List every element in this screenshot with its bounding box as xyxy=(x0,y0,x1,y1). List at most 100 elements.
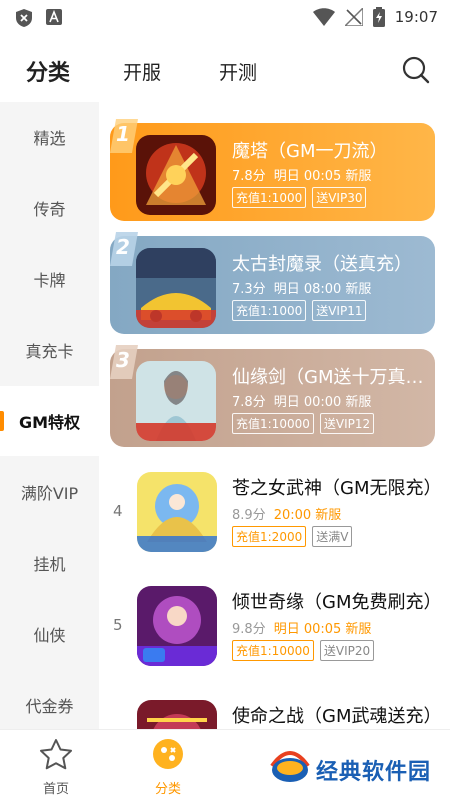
watermark-logo-icon xyxy=(270,751,310,782)
tab-category-label: 分类 xyxy=(26,61,71,86)
sidebar-item-idle[interactable]: 挂机 xyxy=(0,528,99,598)
game-score: 7.3分 xyxy=(232,282,266,297)
tab-open-test[interactable]: 开测 xyxy=(219,58,257,85)
sidebar-item-label: 代金券 xyxy=(25,697,74,716)
app-notification-icon xyxy=(46,9,62,25)
no-signal-icon xyxy=(344,8,363,26)
game-name: 太古封魔录（送真充） xyxy=(232,254,412,275)
game-name: 使命之战（GM武魂送充） xyxy=(232,706,442,727)
wifi-icon xyxy=(312,8,335,26)
tab-open-test-label: 开测 xyxy=(219,62,258,84)
sidebar-item-label: 真充卡 xyxy=(25,342,74,361)
bottom-nav: 首页 分类 经典软件园 xyxy=(0,729,450,800)
nav-category[interactable]: 分类 xyxy=(138,738,198,797)
rank-number: 4 xyxy=(113,502,123,520)
status-time: 19:07 xyxy=(394,8,438,26)
game-score: 7.8分 xyxy=(232,169,266,184)
game-meta: 7.8分 明日 00:05 新服 xyxy=(232,165,371,184)
sidebar-item-real-recharge[interactable]: 真充卡 xyxy=(0,315,99,385)
server-open-time: 明日 00:05 新服 xyxy=(273,169,372,184)
sidebar-item-legend[interactable]: 传奇 xyxy=(0,173,99,243)
vip-tag: 送VIP20 xyxy=(319,640,375,661)
nav-home-label: 首页 xyxy=(42,782,69,797)
status-bar: 19:07 xyxy=(0,0,450,36)
sidebar-item-label: 挂机 xyxy=(33,555,66,574)
game-meta: 9.8分 明日 00:05 新服 xyxy=(232,618,371,637)
server-open-time: 明日 00:00 新服 xyxy=(273,395,372,410)
game-meta: 7.8分 明日 00:00 新服 xyxy=(232,391,371,410)
game-list-item[interactable]: 使命之战（GM武魂送充） xyxy=(99,686,450,729)
game-name: 魔塔（GM一刀流） xyxy=(232,141,388,162)
search-icon[interactable] xyxy=(402,56,430,84)
server-open-time: 20:00 新服 xyxy=(273,508,342,523)
sidebar-item-label: GM特权 xyxy=(18,413,81,432)
game-list-item[interactable]: 5 倾世奇缘（GM免费刷充） 9.8分 明日 00:05 新服 充值1:10000… xyxy=(99,572,450,682)
app-screen: 19:07 分类 开服 开测 精选 传奇 卡牌 真充卡 GM特权 满阶VIP 挂… xyxy=(0,0,450,800)
game-score: 9.8分 xyxy=(232,622,266,637)
game-tags: 充值1:1000 送VIP30 xyxy=(232,187,367,208)
featured-game-card[interactable]: 2 太古封魔录（送真充） 7.3分 明日 08:00 新服 充值1:1000 送V… xyxy=(110,232,435,334)
sidebar-item-featured[interactable]: 精选 xyxy=(0,102,99,172)
rank-number: 3 xyxy=(116,348,130,372)
watermark: 经典软件园 xyxy=(270,744,445,794)
battery-icon xyxy=(372,7,385,27)
recharge-tag: 充值1:10000 xyxy=(232,640,314,661)
game-tags: 充值1:1000 送VIP11 xyxy=(232,300,367,321)
recharge-tag: 充值1:1000 xyxy=(232,300,307,321)
nav-home[interactable]: 首页 xyxy=(26,738,86,797)
sidebar-item-label: 仙侠 xyxy=(33,626,66,645)
star-icon xyxy=(40,739,72,770)
category-icon xyxy=(153,739,183,769)
vip-tag: 送满V xyxy=(312,526,353,547)
top-tab-bar: 分类 开服 开测 xyxy=(0,36,450,102)
game-list-item[interactable]: 4 苍之女武神（GM无限充） 8.9分 20:00 新服 充值1:2000 送满V xyxy=(99,458,450,568)
game-name: 苍之女武神（GM无限充） xyxy=(232,478,442,499)
rank-number: 2 xyxy=(116,235,130,259)
sidebar-item-label: 精选 xyxy=(33,129,66,148)
game-tags: 充值1:10000 送VIP12 xyxy=(232,413,375,434)
vip-tag: 送VIP12 xyxy=(319,413,375,434)
vip-tag: 送VIP30 xyxy=(312,187,367,208)
game-meta: 7.3分 明日 08:00 新服 xyxy=(232,278,371,297)
game-name: 仙缘剑（GM送十万真充） xyxy=(232,367,430,388)
sidebar-item-gm-privilege[interactable]: GM特权 xyxy=(0,386,99,456)
server-open-time: 明日 08:00 新服 xyxy=(273,282,372,297)
nav-category-label: 分类 xyxy=(154,782,181,797)
tab-active-underline xyxy=(26,86,71,91)
recharge-tag: 充值1:10000 xyxy=(232,413,314,434)
sidebar-item-max-vip[interactable]: 满阶VIP xyxy=(0,457,99,527)
sidebar-item-label: 满阶VIP xyxy=(20,484,79,503)
sidebar-item-label: 传奇 xyxy=(33,200,66,219)
sidebar-item-card[interactable]: 卡牌 xyxy=(0,244,99,314)
game-thumbnail xyxy=(137,700,217,729)
featured-game-card[interactable]: 3 仙缘剑（GM送十万真充） 7.8分 明日 00:00 新服 充值1:10000… xyxy=(110,345,435,447)
game-thumbnail xyxy=(136,248,216,328)
active-indicator xyxy=(0,411,4,431)
vip-tag: 送VIP11 xyxy=(312,300,367,321)
game-tags: 充值1:10000 送VIP20 xyxy=(232,640,375,661)
game-score: 7.8分 xyxy=(232,395,266,410)
game-name: 倾世奇缘（GM免费刷充） xyxy=(232,592,442,613)
game-thumbnail xyxy=(137,586,217,666)
rank-number: 1 xyxy=(116,122,130,146)
recharge-tag: 充值1:2000 xyxy=(232,526,307,547)
category-sidebar: 精选 传奇 卡牌 真充卡 GM特权 满阶VIP 挂机 仙侠 代金券 xyxy=(0,102,99,729)
game-thumbnail xyxy=(136,135,216,215)
rank-number: 5 xyxy=(113,616,123,634)
shield-icon xyxy=(16,9,32,27)
tab-open-server[interactable]: 开服 xyxy=(123,58,161,85)
watermark-text: 经典软件园 xyxy=(316,760,432,785)
featured-game-card[interactable]: 1 魔塔（GM一刀流） 7.8分 明日 00:05 新服 充值1:1000 送VI… xyxy=(110,119,435,221)
sidebar-item-label: 卡牌 xyxy=(33,271,66,290)
game-score: 8.9分 xyxy=(232,508,266,523)
sidebar-item-xianxia[interactable]: 仙侠 xyxy=(0,599,99,669)
game-thumbnail xyxy=(136,361,216,441)
game-meta: 8.9分 20:00 新服 xyxy=(232,504,341,523)
server-open-time: 明日 00:05 新服 xyxy=(273,622,372,637)
game-thumbnail xyxy=(137,472,217,552)
game-tags: 充值1:2000 送满V xyxy=(232,526,353,547)
recharge-tag: 充值1:1000 xyxy=(232,187,307,208)
tab-category[interactable]: 分类 xyxy=(26,55,71,91)
tab-open-server-label: 开服 xyxy=(123,62,162,84)
game-list: 1 魔塔（GM一刀流） 7.8分 明日 00:05 新服 充值1:1000 送VI… xyxy=(99,102,450,729)
